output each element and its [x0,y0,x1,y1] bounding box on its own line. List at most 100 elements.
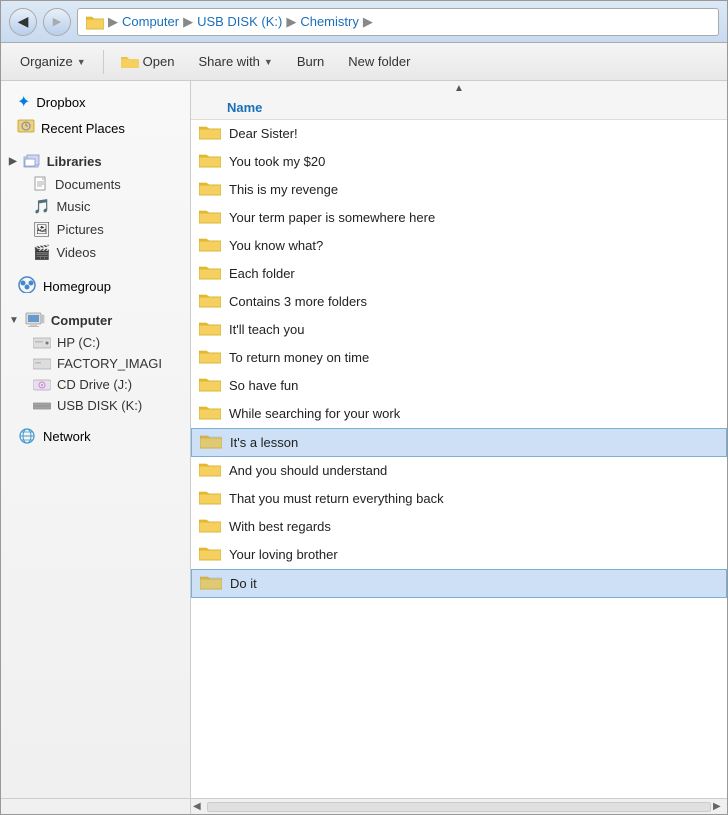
recent-icon [17,118,35,138]
sidebar-item-libraries[interactable]: ▶ Libraries [1,149,190,173]
sidebar-hp-label: HP (C:) [57,335,100,350]
table-row[interactable]: With best regards [191,513,727,541]
open-folder-icon [121,54,139,70]
path-separator-4: ▶ [363,14,373,30]
hp-drive-icon [33,336,51,350]
sidebar-item-hp-c[interactable]: HP (C:) [1,332,190,353]
folder-icon [199,375,221,396]
table-row[interactable]: While searching for your work [191,400,727,428]
sidebar-item-documents[interactable]: Documents [1,173,190,195]
folder-nav-icon [86,14,104,30]
sidebar-homegroup-label: Homegroup [43,279,111,294]
toolbar-divider-1 [103,50,104,74]
path-separator-3: ▶ [286,14,296,30]
back-button[interactable]: ◀ [9,8,37,36]
folder-icon [199,516,221,537]
folder-icon [200,573,222,594]
file-name-label: You took my $20 [229,154,719,169]
share-dropdown-icon: ▼ [264,57,273,67]
sidebar-dropbox-label: Dropbox [36,95,85,110]
libraries-expand-icon: ▶ [9,156,17,167]
sidebar-usb-label: USB DISK (K:) [57,398,142,413]
organize-button[interactable]: Organize ▼ [9,48,97,76]
table-row[interactable]: Each folder [191,260,727,288]
folder-icon [199,460,221,481]
file-name-label: Your loving brother [229,547,719,562]
file-name-label: And you should understand [229,463,719,478]
scroll-track[interactable] [207,802,711,812]
sidebar-spacer-3 [1,300,190,308]
address-path[interactable]: ▶ Computer ▶ USB DISK (K:) ▶ Chemistry ▶ [77,8,719,36]
sidebar-item-recent-places[interactable]: Recent Places [1,115,190,141]
pictures-icon: 🖼 [33,221,51,238]
sidebar-videos-label: Videos [56,245,96,260]
sidebar-documents-label: Documents [55,177,121,192]
sidebar: ✦ Dropbox Recent Places ▶ [1,81,191,798]
sidebar-libraries-label: Libraries [47,154,102,169]
path-computer[interactable]: Computer [122,14,179,29]
table-row[interactable]: So have fun [191,372,727,400]
path-usb[interactable]: USB DISK (K:) [197,14,282,29]
main-content: ✦ Dropbox Recent Places ▶ [1,81,727,798]
table-row[interactable]: To return money on time [191,344,727,372]
sidebar-item-factory-image[interactable]: FACTORY_IMAGI [1,353,190,374]
open-label: Open [143,54,175,69]
file-name-label: Do it [230,576,718,591]
forward-button[interactable]: ▶ [43,8,71,36]
table-row[interactable]: You know what? [191,232,727,260]
folder-icon [199,347,221,368]
table-row[interactable]: Dear Sister! [191,120,727,148]
folder-icon [200,432,222,453]
sidebar-bottom-spacer [1,799,191,814]
videos-icon: 🎬 [33,244,50,261]
sidebar-item-computer[interactable]: ▼ Computer [1,308,190,332]
table-row[interactable]: That you must return everything back [191,485,727,513]
sidebar-item-cd-drive[interactable]: CD Drive (J:) [1,374,190,395]
organize-dropdown-icon: ▼ [77,57,86,67]
file-name-label: To return money on time [229,350,719,365]
sidebar-recent-label: Recent Places [41,121,125,136]
name-column-header: Name [227,100,262,115]
usb-icon [33,400,51,412]
scroll-right-btn[interactable]: ▶ [713,801,725,813]
sidebar-item-homegroup[interactable]: Homegroup [1,272,190,300]
folder-icon [199,319,221,340]
table-row[interactable]: Contains 3 more folders [191,288,727,316]
path-chemistry[interactable]: Chemistry [300,14,359,29]
table-row[interactable]: And you should understand [191,457,727,485]
sidebar-factory-label: FACTORY_IMAGI [57,356,162,371]
scroll-left-btn[interactable]: ◀ [193,801,205,813]
file-name-label: This is my revenge [229,182,719,197]
file-name-label: You know what? [229,238,719,253]
sidebar-network-label: Network [43,429,91,444]
new-folder-button[interactable]: New folder [337,48,421,76]
sidebar-item-network[interactable]: Network [1,424,190,448]
table-row[interactable]: Do it [191,569,727,598]
horizontal-scrollbar[interactable]: ◀ ▶ [191,799,727,814]
sidebar-spacer-2 [1,264,190,272]
table-row[interactable]: Your term paper is somewhere here [191,204,727,232]
share-with-button[interactable]: Share with ▼ [187,48,283,76]
table-row[interactable]: It's a lesson [191,428,727,457]
file-name-label: Each folder [229,266,719,281]
burn-button[interactable]: Burn [286,48,335,76]
sidebar-item-music[interactable]: 🎵 Music [1,195,190,218]
up-scroll-indicator[interactable]: ▲ [191,81,727,96]
sidebar-item-dropbox[interactable]: ✦ Dropbox [1,89,190,115]
sidebar-item-pictures[interactable]: 🖼 Pictures [1,218,190,241]
folder-icon [199,291,221,312]
table-row[interactable]: This is my revenge [191,176,727,204]
folder-icon [199,544,221,565]
sidebar-item-videos[interactable]: 🎬 Videos [1,241,190,264]
file-rows-container: Dear Sister! You took my $20 This is my … [191,120,727,598]
file-name-label: It's a lesson [230,435,718,450]
file-list-header[interactable]: Name [191,96,727,120]
sidebar-music-label: Music [56,199,90,214]
sidebar-item-usb-disk[interactable]: USB DISK (K:) [1,395,190,416]
documents-icon [33,176,49,192]
open-button[interactable]: Open [110,48,186,76]
libraries-icon [23,153,41,169]
table-row[interactable]: You took my $20 [191,148,727,176]
table-row[interactable]: It'll teach you [191,316,727,344]
table-row[interactable]: Your loving brother [191,541,727,569]
